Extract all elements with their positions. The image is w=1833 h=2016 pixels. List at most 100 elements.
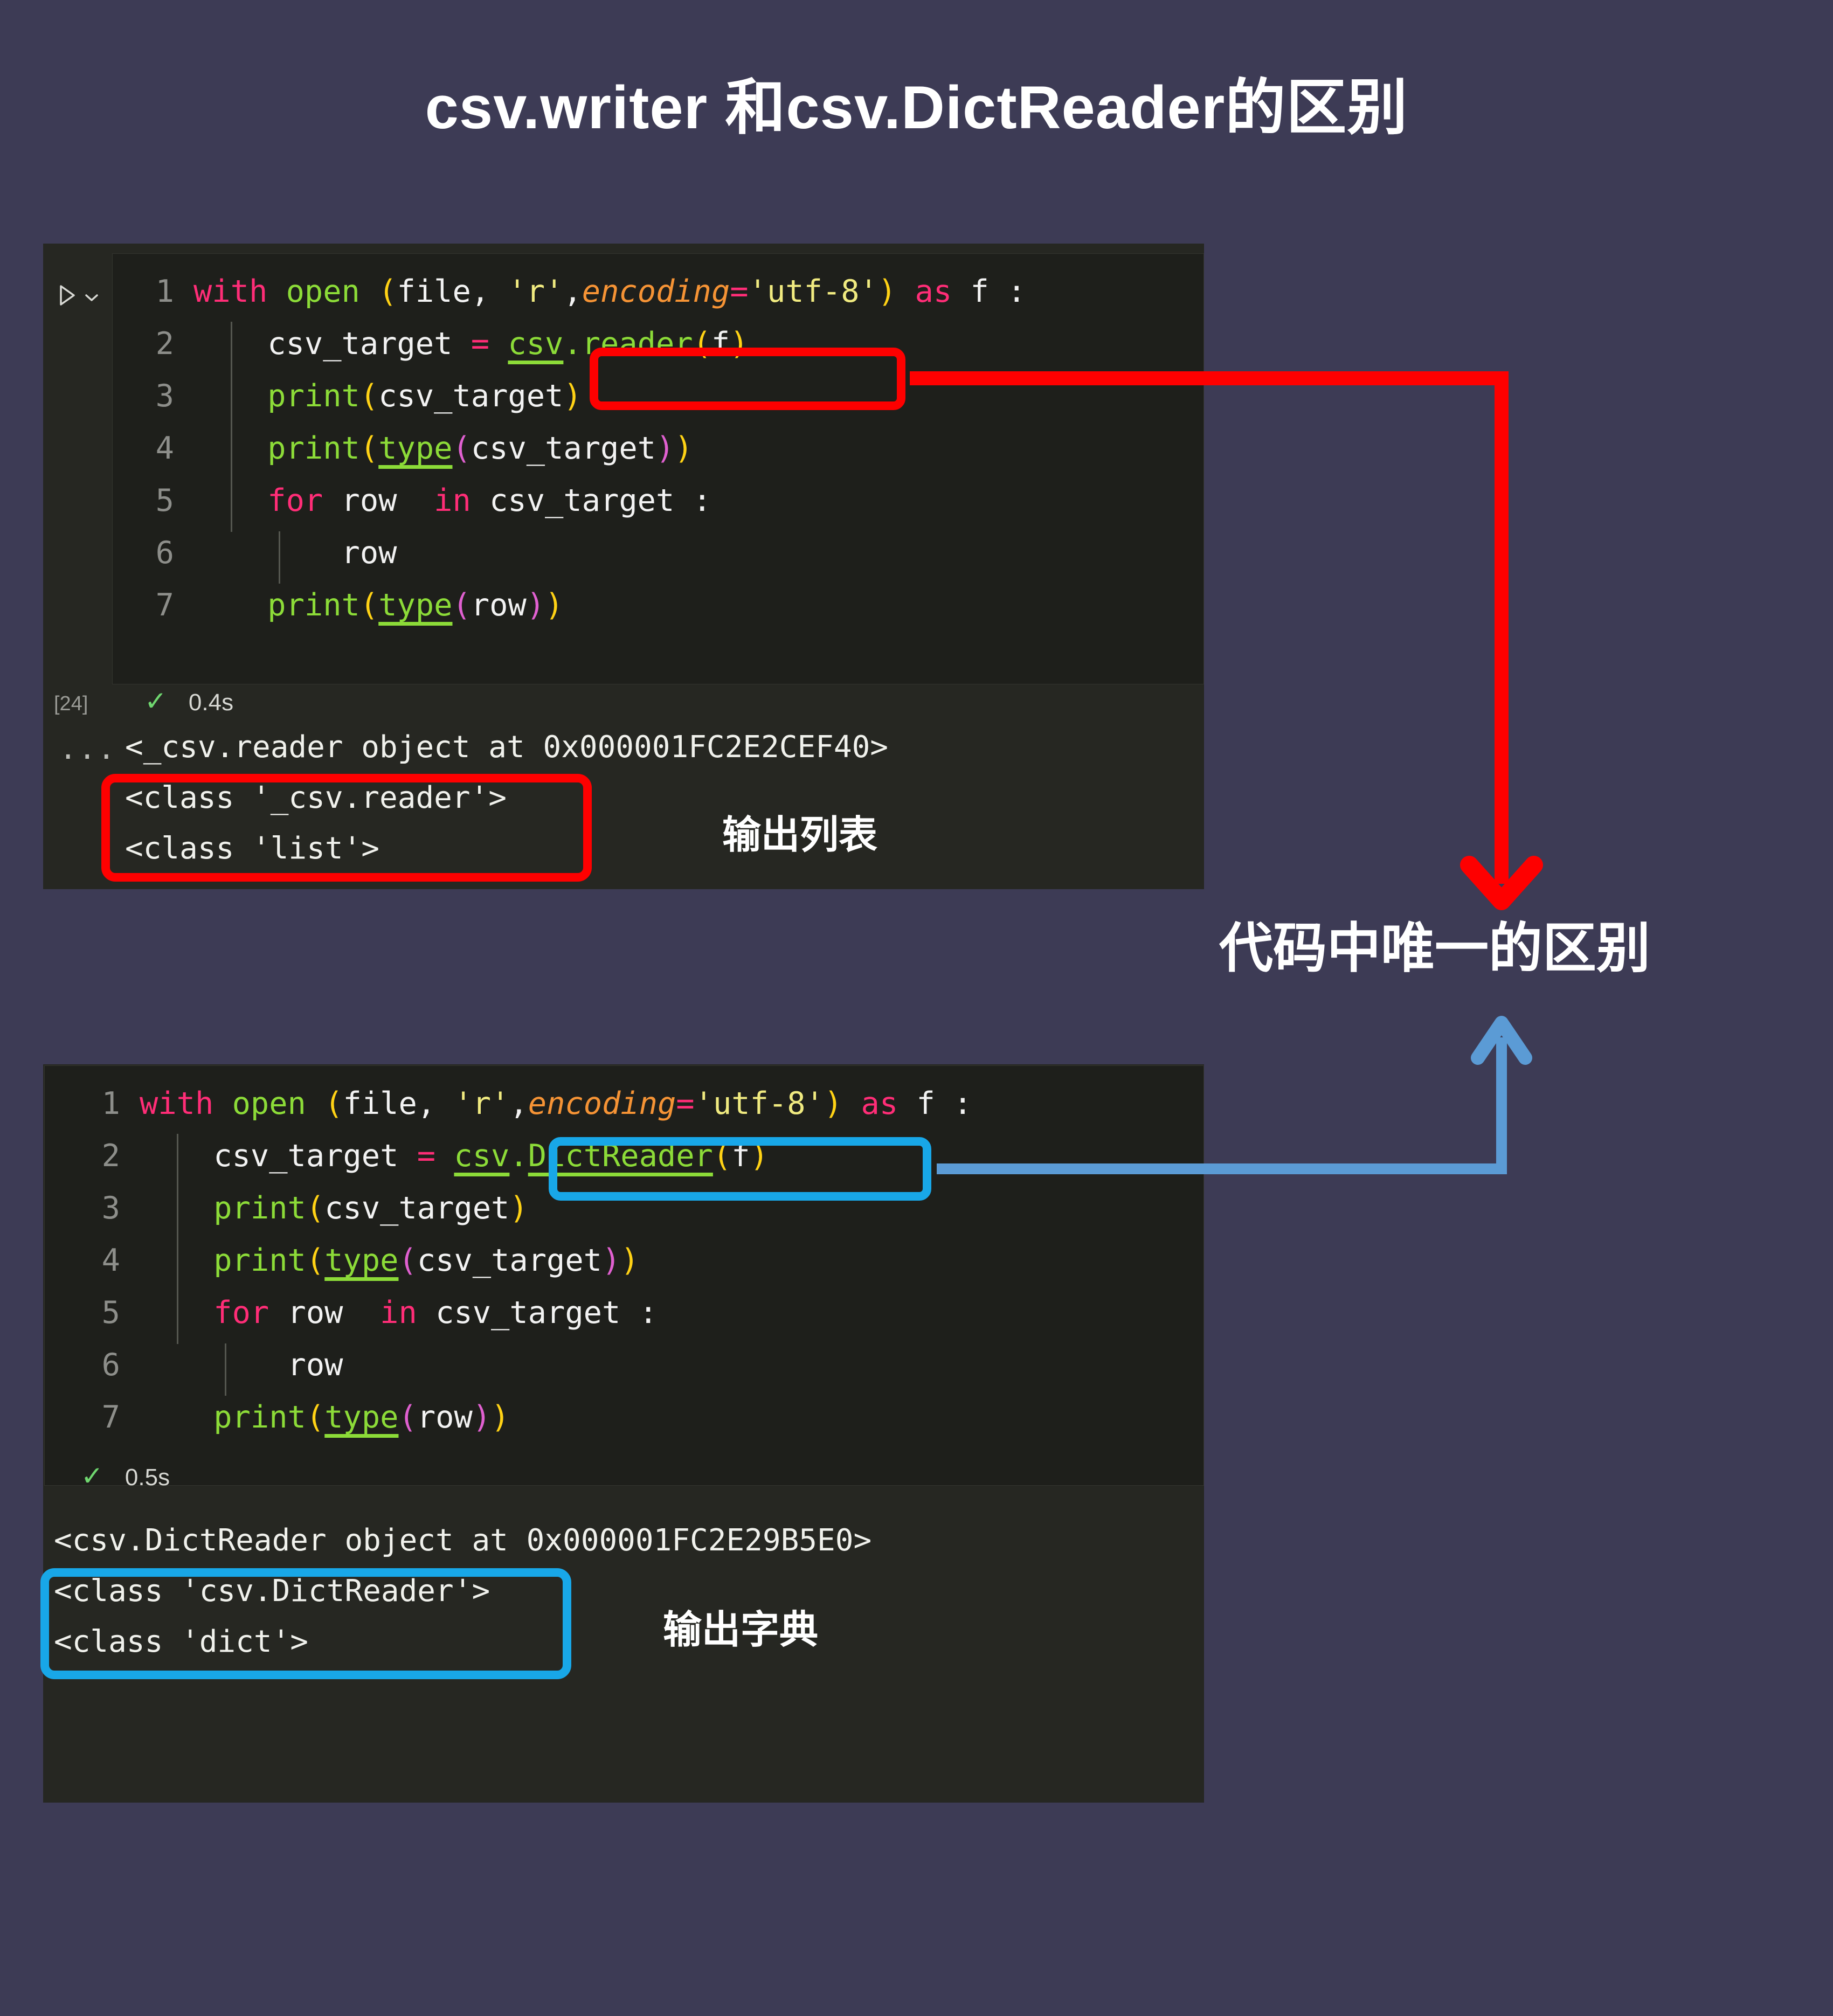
cell-one-code-surface[interactable]: 1 with open (file, 'r',encoding='utf-8') … [112,253,1204,684]
highlight-box-csv-reader [590,348,905,410]
code-token: = [730,274,749,309]
code-token: type [378,431,453,466]
code-token: for [213,1295,269,1331]
line-number: 3 [101,1190,120,1226]
cell-two-code-surface[interactable]: 1 with open (file, 'r',encoding='utf-8') … [44,1065,1204,1486]
code-token: type [324,1400,399,1435]
code-token: csv_target [193,326,471,362]
code-token: , [509,1086,528,1121]
code-token: print [267,587,360,623]
code-token: , [417,1086,454,1121]
slide-canvas: csv.writer 和csv.DictReader的区别 1 with open… [0,0,1833,2016]
code-token: ( [452,587,471,623]
code-token: row [417,1400,473,1435]
line-number: 7 [101,1400,120,1435]
line-number: 5 [101,1295,120,1331]
highlight-box-output-list [101,774,592,882]
cell-one-output-ellipsis: ... [59,732,117,766]
code-token: ( [359,587,379,623]
line-number: 2 [101,1138,120,1174]
code-token: for [267,483,323,518]
line-number: 6 [101,1347,120,1383]
code-token: ) [655,431,675,466]
chevron-down-icon[interactable] [84,292,99,303]
cell-two-code-lines: 1 with open (file, 'r',encoding='utf-8') … [45,1078,972,1444]
code-token: open [286,274,360,309]
code-line: 1 with open (file, 'r',encoding='utf-8') … [113,266,1026,318]
code-token: encoding [528,1086,676,1121]
code-line: 7 print(type(row)) [113,579,1026,632]
play-icon[interactable] [58,285,77,306]
cell-two-duration: 0.5s [124,1464,170,1491]
code-token: . [509,1138,528,1174]
line-number: 2 [155,326,174,362]
code-token: ( [359,431,379,466]
line-number: 1 [101,1086,120,1121]
code-token: type [324,1243,399,1278]
code-token: 'r' [508,274,564,309]
line-number: 3 [155,378,174,414]
code-token: ) [563,378,582,414]
highlight-box-output-dict [40,1568,571,1679]
cell-two-output-label: 输出字典 [663,1609,819,1652]
line-number: 5 [155,483,174,518]
code-token: as [915,274,952,309]
code-token: with [140,1086,214,1121]
line-number: 4 [155,431,174,466]
code-token: ( [359,378,379,414]
code-token: print [213,1243,306,1278]
code-token: = [471,326,490,362]
page-title: csv.writer 和csv.DictReader的区别 [425,74,1408,141]
code-token: ( [398,1400,417,1435]
output-line: <csv.DictReader object at 0x000001FC2E29… [54,1523,872,1558]
line-number: 1 [155,274,174,309]
code-line: 1 with open (file, 'r',encoding='utf-8') … [45,1078,972,1130]
code-token: csv_target [471,431,656,466]
code-token: in [380,1295,417,1331]
code-line: 4 print(type(csv_target)) [45,1235,972,1287]
code-token: = [417,1138,436,1174]
code-token: print [213,1400,306,1435]
code-token: in [434,483,471,518]
code-line: 6 row [113,527,1026,579]
code-line: 5 for row in csv_target : [113,475,1026,527]
code-token: f : [898,1086,972,1121]
line-number: 7 [155,587,174,623]
code-token: ) [545,587,564,623]
code-token: ( [378,274,397,309]
code-token: csv_target [140,1138,417,1174]
highlight-box-csv-dictreader [549,1137,931,1201]
code-token: print [267,431,360,466]
code-token: 'utf-8' [694,1086,824,1121]
code-token: row [193,535,397,571]
code-token: ( [452,431,471,466]
code-token: row [471,587,527,623]
code-token: type [378,587,453,623]
code-token: ) [526,587,545,623]
cell-one-exec-count: [24] [54,692,88,715]
code-line: 5 for row in csv_target : [45,1287,972,1339]
code-token: ) [472,1400,492,1435]
code-token: row [140,1347,343,1383]
code-token: csv [508,326,564,362]
code-token: ) [601,1243,621,1278]
code-token: file [397,274,471,309]
code-token: with [193,274,268,309]
annotation-text: 代码中唯一的区别 [1219,918,1650,979]
cell-one-run-gutter [43,244,108,578]
code-token: open [232,1086,306,1121]
code-token: ) [620,1243,639,1278]
line-number: 4 [101,1243,120,1278]
